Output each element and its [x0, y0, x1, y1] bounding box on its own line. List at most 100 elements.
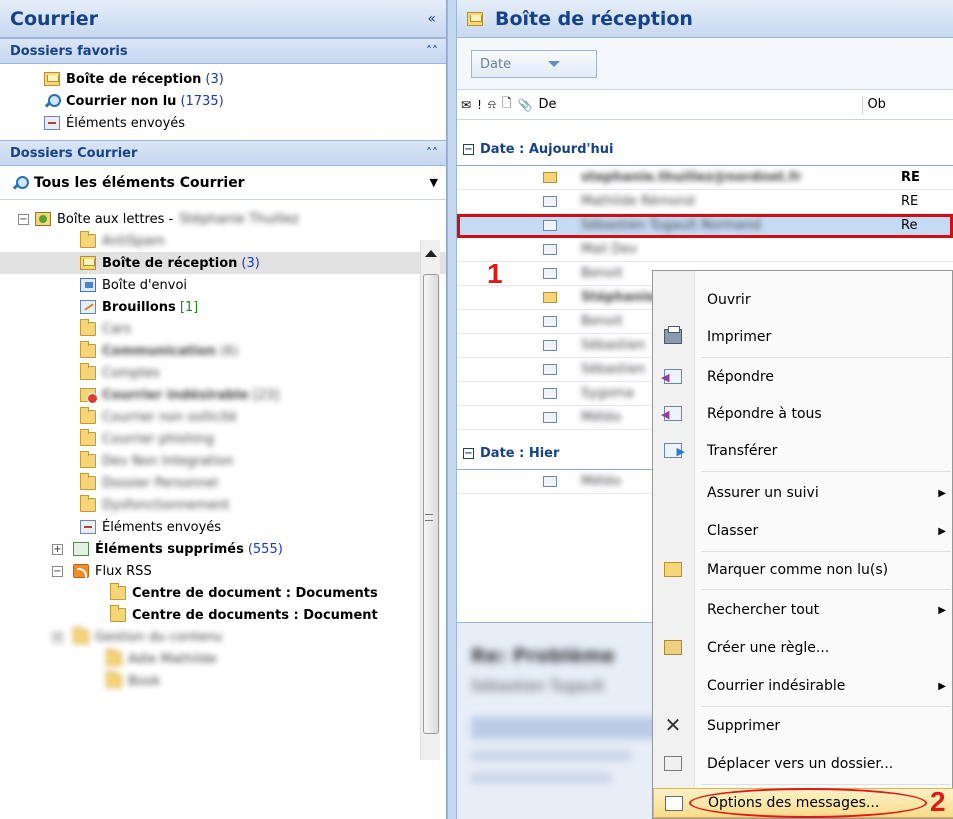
- scroll-up-arrow-icon[interactable]: [425, 250, 437, 257]
- tree-item-junk[interactable]: Courrier indésirable [23]: [0, 384, 446, 406]
- menu-item-reply[interactable]: Répondre: [653, 362, 953, 392]
- folder-label: Boîte d'envoi: [102, 277, 188, 293]
- group-label: Date : Aujourd'hui: [480, 142, 614, 157]
- folder-icon: [110, 605, 126, 622]
- attachment-column-icon[interactable]: 📎: [517, 98, 532, 112]
- group-header-today[interactable]: − Date : Aujourd'hui: [457, 134, 953, 166]
- tree-item-rss-feed[interactable]: Centre de document : Documents: [0, 582, 446, 604]
- tree-item-folder[interactable]: Adie Mathilde: [0, 648, 446, 670]
- context-menu: Ouvrir Imprimer Répondre Répondre à tous…: [652, 270, 953, 819]
- tree-item-folder[interactable]: Communication (6): [0, 340, 446, 362]
- expand-expander-icon[interactable]: +: [52, 543, 63, 555]
- folder-label: Courrier phishing: [102, 431, 215, 447]
- message-from: Sébastien Tugault Normand: [581, 218, 761, 233]
- tree-item-folder[interactable]: + Gestion du contenu: [0, 626, 446, 648]
- pane-splitter[interactable]: [447, 0, 457, 819]
- priority-column-icon[interactable]: !: [477, 98, 482, 112]
- menu-item-junk-mail[interactable]: Courrier indésirable ▶: [653, 671, 953, 701]
- column-header-subject[interactable]: Ob: [867, 97, 885, 112]
- message-row[interactable]: stephanie.thuillez@nordnet.fr RE: [457, 166, 953, 190]
- favorite-unread-mail[interactable]: Courrier non lu (1735): [44, 90, 446, 112]
- tree-item-folder[interactable]: Dysfonctionnement: [0, 494, 446, 516]
- menu-item-delete[interactable]: ✕ Supprimer: [653, 711, 953, 741]
- collapse-pane-icon[interactable]: «: [427, 11, 436, 27]
- tree-item-folder[interactable]: Cars: [0, 318, 446, 340]
- item-count: [1]: [179, 299, 199, 315]
- read-envelope-icon: [543, 476, 557, 487]
- tree-item-rss-feed[interactable]: Centre de documents : Document: [0, 604, 446, 626]
- menu-item-create-rule[interactable]: Créer une règle...: [653, 633, 953, 663]
- all-mail-items-dropdown[interactable]: Tous les éléments Courrier ▼: [0, 166, 446, 200]
- folder-title: Boîte de réception: [495, 7, 693, 30]
- favorites-section-header[interactable]: Dossiers favoris ˄˄: [0, 38, 446, 64]
- folder-label: Centre de document : Documents: [132, 585, 378, 601]
- menu-separator: [701, 471, 951, 472]
- favorite-inbox[interactable]: Boîte de réception (3): [44, 68, 446, 90]
- tree-item-folder[interactable]: Comptes: [0, 362, 446, 384]
- menu-item-reply-all[interactable]: Répondre à tous: [653, 399, 953, 429]
- tree-item-folder[interactable]: AntiSpam: [0, 230, 446, 252]
- tree-item-drafts[interactable]: Brouillons [1]: [0, 296, 446, 318]
- menu-item-follow-up[interactable]: Assurer un suivi ▶: [653, 478, 953, 508]
- folder-label: Adie Mathilde: [128, 651, 217, 667]
- tree-item-rss[interactable]: − Flux RSS: [0, 560, 446, 582]
- menu-separator: [701, 706, 951, 707]
- navigation-pane-header: Courrier «: [0, 0, 446, 38]
- folder-icon: [80, 407, 96, 424]
- menu-item-label: Répondre à tous: [707, 406, 822, 422]
- collapse-expander-icon[interactable]: −: [18, 213, 29, 225]
- collapse-section-icon[interactable]: ˄˄: [426, 146, 438, 160]
- tree-item-folder[interactable]: Courrier non sollicité: [0, 406, 446, 428]
- collapse-expander-icon[interactable]: −: [463, 144, 474, 155]
- column-separator[interactable]: [862, 95, 864, 114]
- column-header-from[interactable]: De: [538, 97, 858, 112]
- dropdown-arrow-icon: [548, 61, 560, 67]
- message-subject: RE: [901, 170, 920, 185]
- collapse-expander-icon[interactable]: −: [52, 565, 63, 577]
- unread-envelope-icon: [543, 292, 557, 303]
- replied-envelope-icon: [543, 220, 557, 231]
- tree-item-folder[interactable]: Courrier phishing: [0, 428, 446, 450]
- menu-item-categorize[interactable]: Classer ▶: [653, 516, 953, 546]
- tree-item-outbox[interactable]: Boîte d'envoi: [0, 274, 446, 296]
- replied-envelope-icon: [543, 268, 557, 279]
- dropdown-arrow-icon[interactable]: ▼: [430, 176, 438, 189]
- collapse-expander-icon[interactable]: −: [463, 448, 474, 459]
- mail-folders-section-header[interactable]: Dossiers Courrier ˄˄: [0, 140, 446, 166]
- tree-item-folder[interactable]: Dossier Personnel: [0, 472, 446, 494]
- message-row-selected[interactable]: Sébastien Tugault Normand Re: [457, 214, 953, 238]
- menu-item-move-to-folder[interactable]: Déplacer vers un dossier...: [653, 749, 953, 779]
- mailbox-icon: [35, 212, 51, 226]
- menu-item-find-all[interactable]: Rechercher tout ▶: [653, 595, 953, 625]
- scrollbar-thumb[interactable]: [423, 274, 439, 734]
- navigation-pane: Courrier « Dossiers favoris ˄˄ Boîte de …: [0, 0, 447, 819]
- menu-item-label: Imprimer: [707, 329, 772, 345]
- favorite-sent-items[interactable]: Éléments envoyés: [44, 112, 446, 134]
- menu-item-forward[interactable]: Transférer: [653, 436, 953, 466]
- message-row[interactable]: Mail Dev: [457, 238, 953, 262]
- tree-item-sent[interactable]: Éléments envoyés: [0, 516, 446, 538]
- folder-label: AntiSpam: [102, 233, 165, 249]
- tree-item-mailbox[interactable]: − Boîte aux lettres - Stéphanie Thuillez: [0, 208, 446, 230]
- unread-count: (1735): [180, 93, 224, 109]
- importance-column-icon[interactable]: ✉: [461, 98, 471, 112]
- tree-item-folder[interactable]: Book: [0, 670, 446, 692]
- delete-icon: ✕: [664, 713, 682, 737]
- menu-item-open[interactable]: Ouvrir: [653, 285, 953, 315]
- type-column-icon[interactable]: 🗋: [502, 94, 512, 115]
- menu-item-mark-unread[interactable]: Marquer comme non lu(s): [653, 555, 953, 585]
- message-row[interactable]: Mathilde Rémond RE: [457, 190, 953, 214]
- folder-label: Flux RSS: [95, 563, 152, 579]
- tree-item-deleted[interactable]: + Éléments supprimés (555): [0, 538, 446, 560]
- expand-expander-icon[interactable]: +: [52, 631, 63, 643]
- folder-label: Gestion du contenu: [95, 629, 223, 645]
- tree-item-folder[interactable]: Dev Non Integration: [0, 450, 446, 472]
- trash-icon: [73, 542, 89, 556]
- collapse-section-icon[interactable]: ˄˄: [426, 44, 438, 58]
- reminder-column-icon[interactable]: ⍾: [488, 97, 496, 112]
- folder-tree-scrollbar[interactable]: [420, 240, 440, 760]
- arrange-by-dropdown[interactable]: Date: [471, 50, 597, 78]
- menu-item-print[interactable]: Imprimer: [653, 322, 953, 352]
- message-subject: Re: [901, 218, 918, 233]
- tree-item-inbox[interactable]: Boîte de réception (3): [0, 252, 446, 274]
